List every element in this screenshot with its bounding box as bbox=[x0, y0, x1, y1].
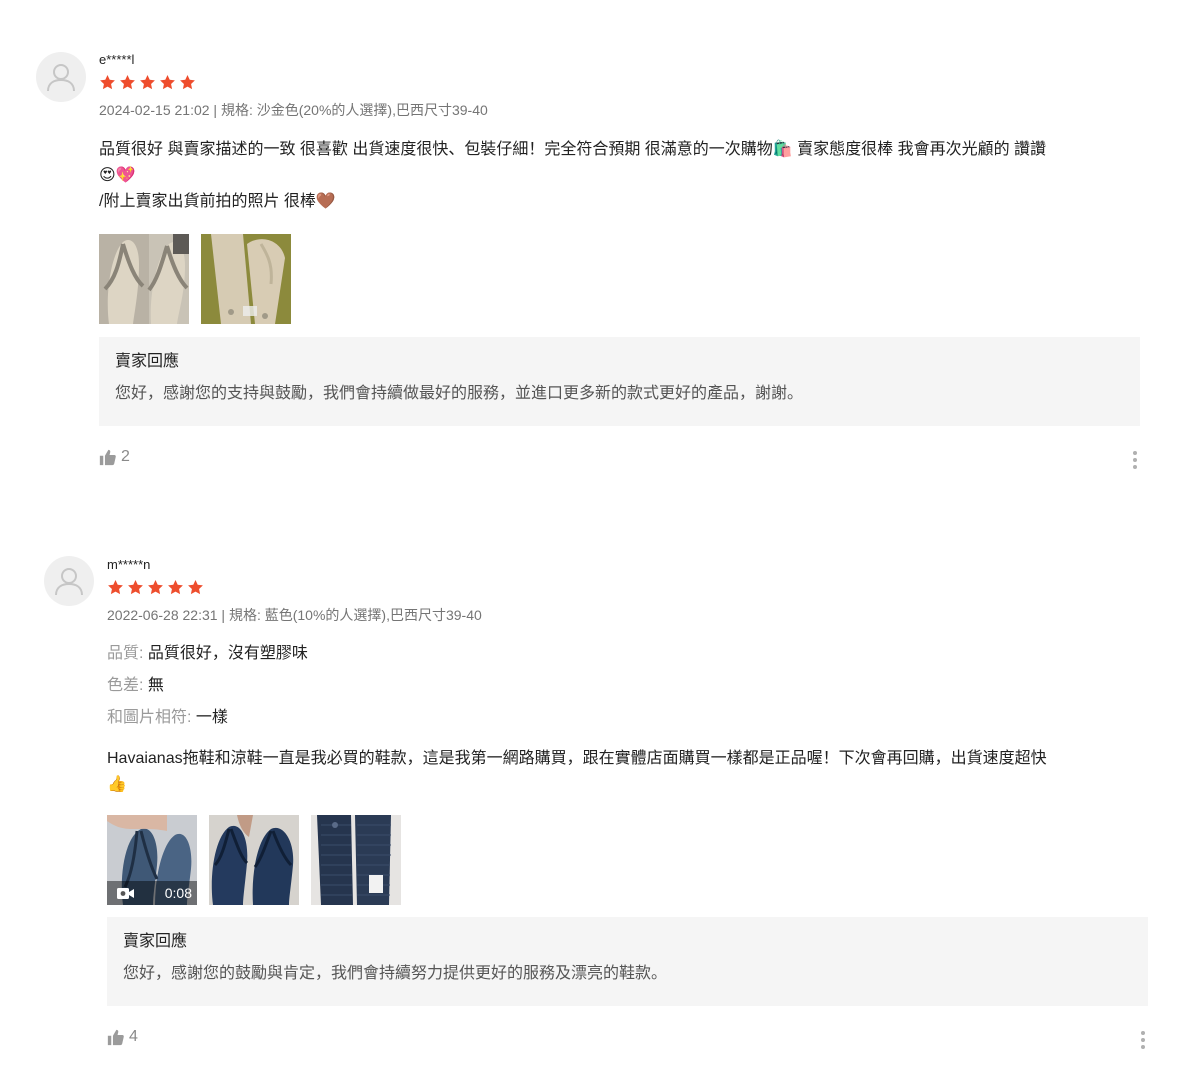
review-attributes: 品質: 品質很好，沒有塑膠味 色差: 無 和圖片相符: 一樣 bbox=[107, 644, 1148, 728]
video-duration: 0:08 bbox=[164, 885, 192, 901]
dot-icon bbox=[1141, 1045, 1145, 1049]
review-text: 品質很好 與賣家描述的一致 很喜歡 出貨速度很快、包裝仔細！完全符合預期 很滿意… bbox=[99, 141, 773, 158]
video-overlay: 0:08 bbox=[107, 881, 197, 905]
attribute-value: 品質很好，沒有塑膠味 bbox=[147, 645, 308, 662]
dot-icon bbox=[1141, 1038, 1145, 1042]
rating-stars bbox=[107, 579, 1148, 597]
dot-icon bbox=[1133, 458, 1137, 462]
star-icon bbox=[119, 74, 136, 91]
seller-reply-text: 您好，感謝您的鼓勵與肯定，我們會持續努力提供更好的服務及漂亮的鞋款。 bbox=[123, 965, 668, 982]
like-count: 4 bbox=[129, 1028, 138, 1045]
seller-reply-text: 您好，感謝您的支持與鼓勵，我們會持續做最好的服務，並進口更多新的款式更好的產品，… bbox=[115, 385, 804, 402]
review-footer: 4 bbox=[107, 1028, 1148, 1052]
thumbs-up-emoji: 👍 bbox=[107, 774, 127, 793]
review-body: e*****l 2024-02-15 21:02 | 規格: 沙金色(20%的人… bbox=[99, 52, 1148, 472]
thumbs-up-icon bbox=[107, 1029, 124, 1045]
star-icon bbox=[179, 74, 196, 91]
more-options-button[interactable] bbox=[1130, 448, 1140, 472]
seller-reply-title: 賣家回應 bbox=[123, 933, 188, 950]
star-icon bbox=[147, 579, 164, 596]
attribute-row: 品質: 品質很好，沒有塑膠味 bbox=[107, 644, 1148, 664]
star-icon bbox=[107, 579, 124, 596]
avatar[interactable] bbox=[36, 52, 86, 102]
review-body: m*****n 2022-06-28 22:31 | 規格: 藍色(10%的人選… bbox=[107, 557, 1148, 1052]
reviewer-username: m*****n bbox=[107, 557, 151, 572]
dot-icon bbox=[1133, 465, 1137, 469]
review-meta: 2022-06-28 22:31 | 規格: 藍色(10%的人選擇),巴西尺寸3… bbox=[107, 607, 482, 623]
star-icon bbox=[167, 579, 184, 596]
attribute-value: 無 bbox=[147, 677, 164, 694]
attribute-key: 色差: bbox=[107, 677, 148, 694]
more-options-button[interactable] bbox=[1138, 1028, 1148, 1052]
review-text: 賣家態度很棒 我會再次光顧的 讚讚 bbox=[792, 141, 1047, 158]
star-icon bbox=[187, 579, 204, 596]
attribute-value: 一樣 bbox=[195, 709, 228, 726]
shopping-bags-emoji: 🛍️ bbox=[772, 139, 793, 158]
dot-icon bbox=[1141, 1031, 1145, 1035]
dot-icon bbox=[1133, 451, 1137, 455]
review-meta: 2024-02-15 21:02 | 規格: 沙金色(20%的人選擇),巴西尺寸… bbox=[99, 102, 488, 118]
attribute-row: 和圖片相符: 一樣 bbox=[107, 708, 1148, 728]
rating-stars bbox=[99, 74, 1148, 92]
user-icon bbox=[55, 568, 83, 596]
avatar[interactable] bbox=[44, 556, 94, 606]
review-text: /附上賣家出貨前拍的照片 很棒 bbox=[99, 193, 316, 210]
review-media: 0:08 bbox=[107, 815, 1148, 905]
attribute-row: 色差: 無 bbox=[107, 676, 1148, 696]
brown-heart-emoji: 🤎 bbox=[315, 191, 336, 210]
sparkling-heart-emoji: 💖 bbox=[115, 165, 136, 184]
seller-reply-title: 賣家回應 bbox=[115, 353, 180, 370]
star-icon bbox=[99, 74, 116, 91]
attribute-key: 和圖片相符: bbox=[107, 709, 196, 726]
star-icon bbox=[139, 74, 156, 91]
star-icon bbox=[127, 579, 144, 596]
seller-reply: 賣家回應 您好，感謝您的鼓勵與肯定，我們會持續努力提供更好的服務及漂亮的鞋款。 bbox=[107, 917, 1148, 1006]
review-image[interactable] bbox=[201, 234, 291, 324]
heart-eyes-emoji: 😍 bbox=[99, 165, 116, 184]
review-text: Havaianas拖鞋和涼鞋一直是我必買的鞋款，這是我第一網路購買，跟在實體店面… bbox=[107, 750, 1047, 767]
video-camera-icon bbox=[117, 887, 134, 899]
review-image[interactable] bbox=[209, 815, 299, 905]
review-image[interactable] bbox=[311, 815, 401, 905]
like-button[interactable]: 2 bbox=[99, 448, 130, 466]
review-image[interactable] bbox=[99, 234, 189, 324]
review-video[interactable]: 0:08 bbox=[107, 815, 197, 905]
reviewer-username: e*****l bbox=[99, 52, 135, 67]
attribute-key: 品質: bbox=[107, 645, 148, 662]
review-media bbox=[99, 234, 1148, 324]
thumbs-up-icon bbox=[99, 449, 116, 465]
star-icon bbox=[159, 74, 176, 91]
like-button[interactable]: 4 bbox=[107, 1028, 138, 1046]
review-content: 品質很好 與賣家描述的一致 很喜歡 出貨速度很快、包裝仔細！完全符合預期 很滿意… bbox=[99, 136, 1148, 214]
review-content: Havaianas拖鞋和涼鞋一直是我必買的鞋款，這是我第一網路購買，跟在實體店面… bbox=[107, 746, 1148, 797]
like-count: 2 bbox=[121, 448, 130, 465]
seller-reply: 賣家回應 您好，感謝您的支持與鼓勵，我們會持續做最好的服務，並進口更多新的款式更… bbox=[99, 337, 1140, 426]
user-icon bbox=[47, 64, 75, 92]
review-footer: 2 bbox=[99, 448, 1140, 472]
